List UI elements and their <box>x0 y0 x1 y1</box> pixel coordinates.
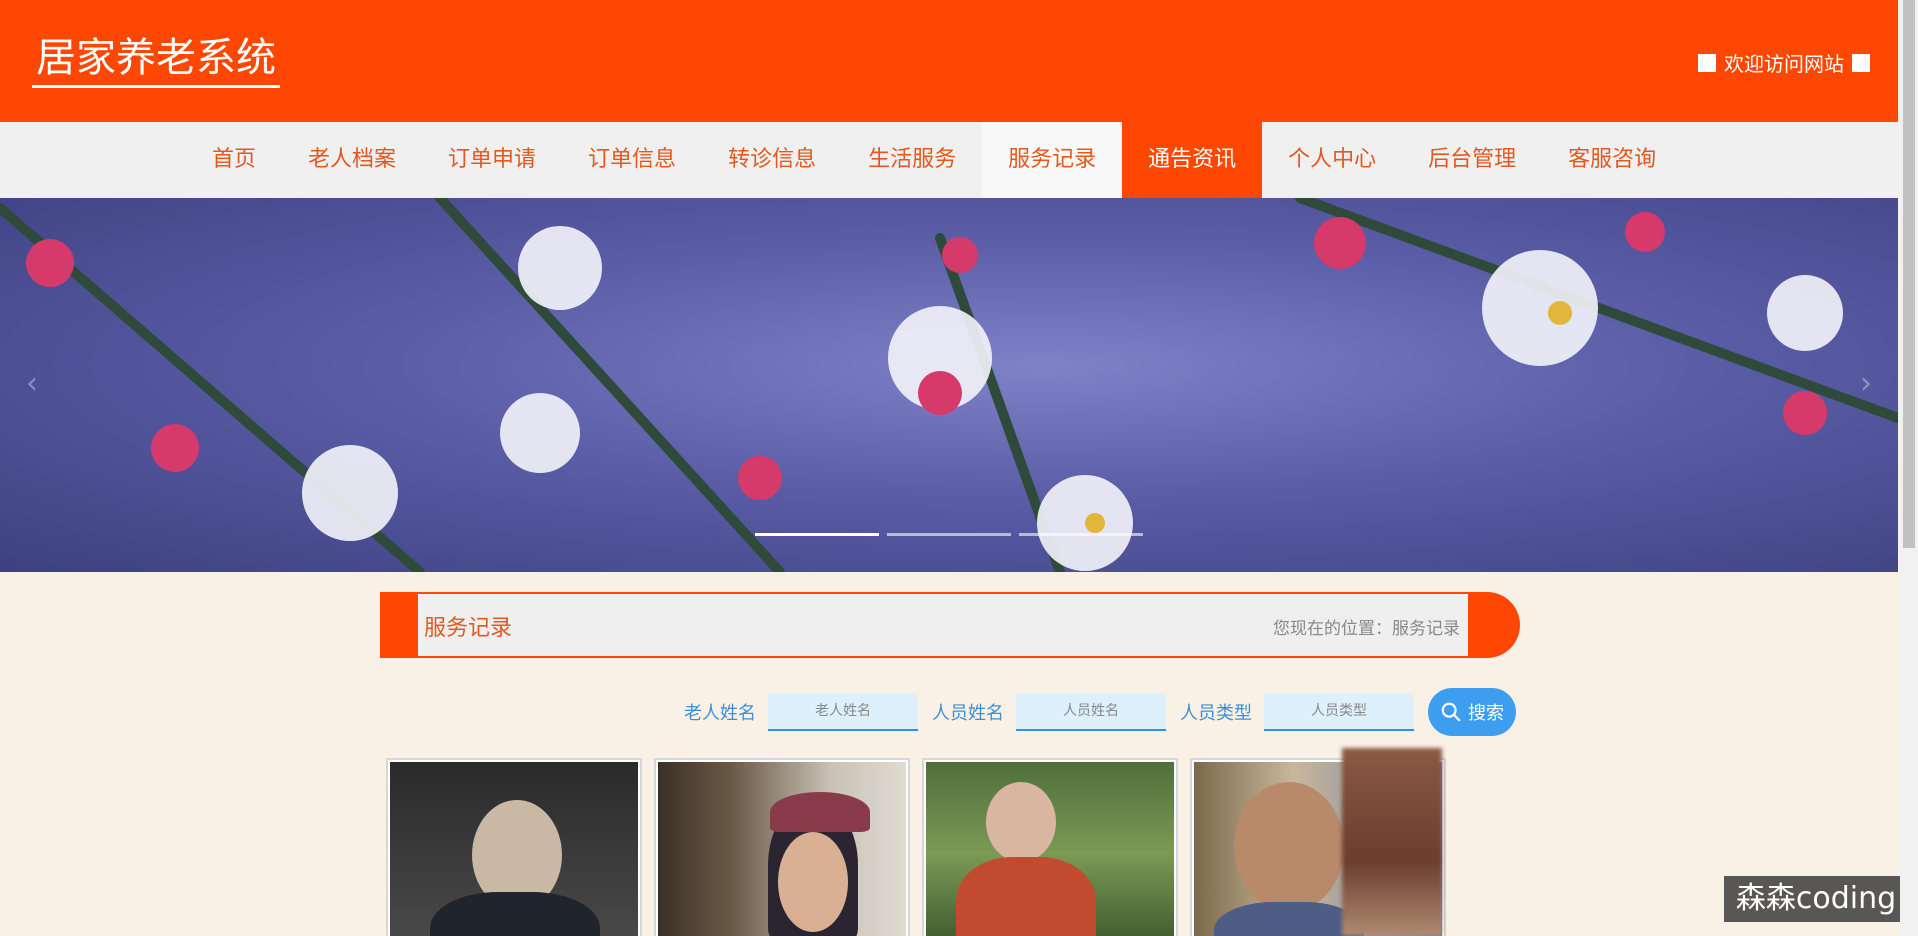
nav-item-customer-service[interactable]: 客服咨询 <box>1542 122 1682 198</box>
blurred-overlay <box>1342 748 1442 936</box>
elder-name-input[interactable] <box>768 693 918 731</box>
nav-item-admin[interactable]: 后台管理 <box>1402 122 1542 198</box>
carousel-indicator[interactable] <box>887 533 1011 536</box>
record-card[interactable] <box>386 758 642 936</box>
breadcrumb-prefix: 您现在的位置： <box>1273 619 1392 639</box>
elder-photo <box>926 762 1174 936</box>
search-bar: 老人姓名 人员姓名 人员类型 搜索 <box>684 688 1516 736</box>
section-header: 服务记录 您现在的位置：服务记录 <box>380 592 1520 658</box>
staff-type-input[interactable] <box>1264 693 1414 731</box>
nav-item-personal-center[interactable]: 个人中心 <box>1262 122 1402 198</box>
nav-item-order-info[interactable]: 订单信息 <box>562 122 702 198</box>
carousel-next-icon[interactable]: › <box>1860 366 1872 401</box>
site-header: 居家养老系统 欢迎访问网站 <box>0 0 1898 122</box>
carousel-prev-icon[interactable]: ‹ <box>26 366 38 401</box>
banner-carousel[interactable]: ‹ › <box>0 198 1898 572</box>
search-icon <box>1441 702 1461 722</box>
carousel-indicator[interactable] <box>755 533 879 536</box>
nav-item-life-service[interactable]: 生活服务 <box>842 122 982 198</box>
scrollbar[interactable] <box>1900 0 1918 936</box>
square-icon <box>1698 53 1716 72</box>
nav-item-notice[interactable]: 通告资讯 <box>1122 122 1263 198</box>
nav-item-home[interactable]: 首页 <box>186 122 282 198</box>
breadcrumb-current[interactable]: 服务记录 <box>1392 619 1460 639</box>
section-accent-right <box>1468 592 1520 658</box>
nav-list: 首页 老人档案 订单申请 订单信息 转诊信息 生活服务 服务记录 通告资讯 个人… <box>186 122 1682 198</box>
carousel-indicators <box>755 533 1143 536</box>
search-button[interactable]: 搜索 <box>1428 688 1516 736</box>
record-card[interactable] <box>654 758 910 936</box>
elder-photo <box>390 762 638 936</box>
staff-name-input[interactable] <box>1016 693 1166 731</box>
main-nav: 首页 老人档案 订单申请 订单信息 转诊信息 生活服务 服务记录 通告资讯 个人… <box>0 122 1898 198</box>
plum-blossom-image <box>0 198 1898 572</box>
nav-item-service-record[interactable]: 服务记录 <box>982 122 1123 198</box>
staff-type-label: 人员类型 <box>1180 703 1252 724</box>
record-card[interactable] <box>922 758 1178 936</box>
watermark: 森森coding <box>1724 876 1908 922</box>
nav-item-elder-archive[interactable]: 老人档案 <box>282 122 422 198</box>
square-icon <box>1852 53 1870 72</box>
section-accent-left <box>380 592 418 658</box>
welcome-banner: 欢迎访问网站 <box>1698 48 1870 77</box>
elder-photo <box>658 762 906 936</box>
record-card-list <box>386 758 1446 936</box>
staff-name-label: 人员姓名 <box>932 703 1004 724</box>
breadcrumb: 您现在的位置：服务记录 <box>1273 614 1460 639</box>
carousel-indicator[interactable] <box>1019 533 1143 536</box>
welcome-text: 欢迎访问网站 <box>1724 52 1844 76</box>
elder-name-label: 老人姓名 <box>684 703 756 724</box>
nav-item-referral-info[interactable]: 转诊信息 <box>702 122 842 198</box>
search-button-label: 搜索 <box>1468 703 1504 724</box>
nav-item-order-apply[interactable]: 订单申请 <box>422 122 562 198</box>
scrollbar-thumb[interactable] <box>1903 0 1915 548</box>
section-title: 服务记录 <box>424 616 513 641</box>
site-title[interactable]: 居家养老系统 <box>32 34 280 88</box>
